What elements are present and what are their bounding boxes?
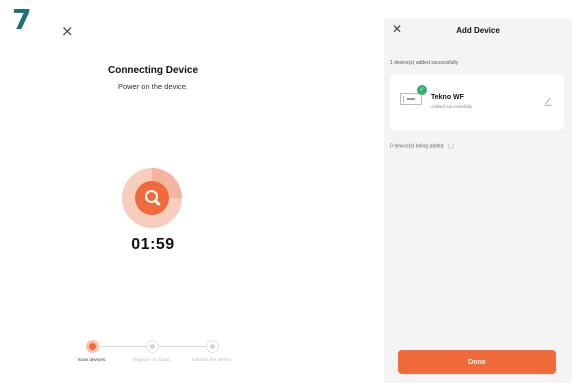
adding-status: 0 device(s) being added — [390, 143, 454, 149]
connecting-screen: × Connecting Device Power on the device.… — [40, 18, 266, 383]
device-image — [400, 93, 422, 105]
step-scan-dot — [86, 340, 99, 353]
step-number: 7 — [12, 3, 32, 36]
countdown-timer: 01:59 — [131, 236, 175, 253]
close-icon[interactable]: × — [61, 24, 74, 39]
edit-icon[interactable] — [543, 96, 553, 106]
progress-stepper: Scan devices. Register on Cloud. Initial… — [74, 340, 234, 380]
device-status: Added successfully — [431, 105, 473, 110]
connecting-subtitle: Power on the device. — [117, 82, 189, 91]
loading-spinner-icon — [447, 143, 454, 149]
done-button[interactable]: Done — [398, 350, 556, 374]
device-card[interactable]: ✓ Tekno WF Added successfully — [390, 74, 564, 130]
check-icon: ✓ — [417, 85, 427, 95]
step-scan-label: Scan devices. — [77, 357, 107, 362]
added-count-text: 1 device(s) added successfully — [390, 60, 459, 66]
adding-count-text: 0 device(s) being added — [390, 143, 444, 150]
search-icon — [145, 190, 158, 203]
step-register-dot — [146, 340, 159, 353]
add-device-screen: ✕ Add Device 1 device(s) added successfu… — [384, 18, 572, 383]
radar-center — [135, 181, 169, 215]
step-initialize-dot — [206, 340, 219, 353]
scan-radar-icon — [122, 168, 182, 228]
connecting-title: Connecting Device — [107, 65, 199, 76]
progress-connector — [92, 346, 146, 347]
page-title: Add Device — [456, 26, 500, 35]
device-name: Tekno WF — [431, 94, 464, 101]
step-register-label: Register on Cloud. — [132, 357, 172, 362]
progress-connector — [154, 346, 210, 347]
step-initialize-label: Initialize the device. — [191, 357, 233, 362]
